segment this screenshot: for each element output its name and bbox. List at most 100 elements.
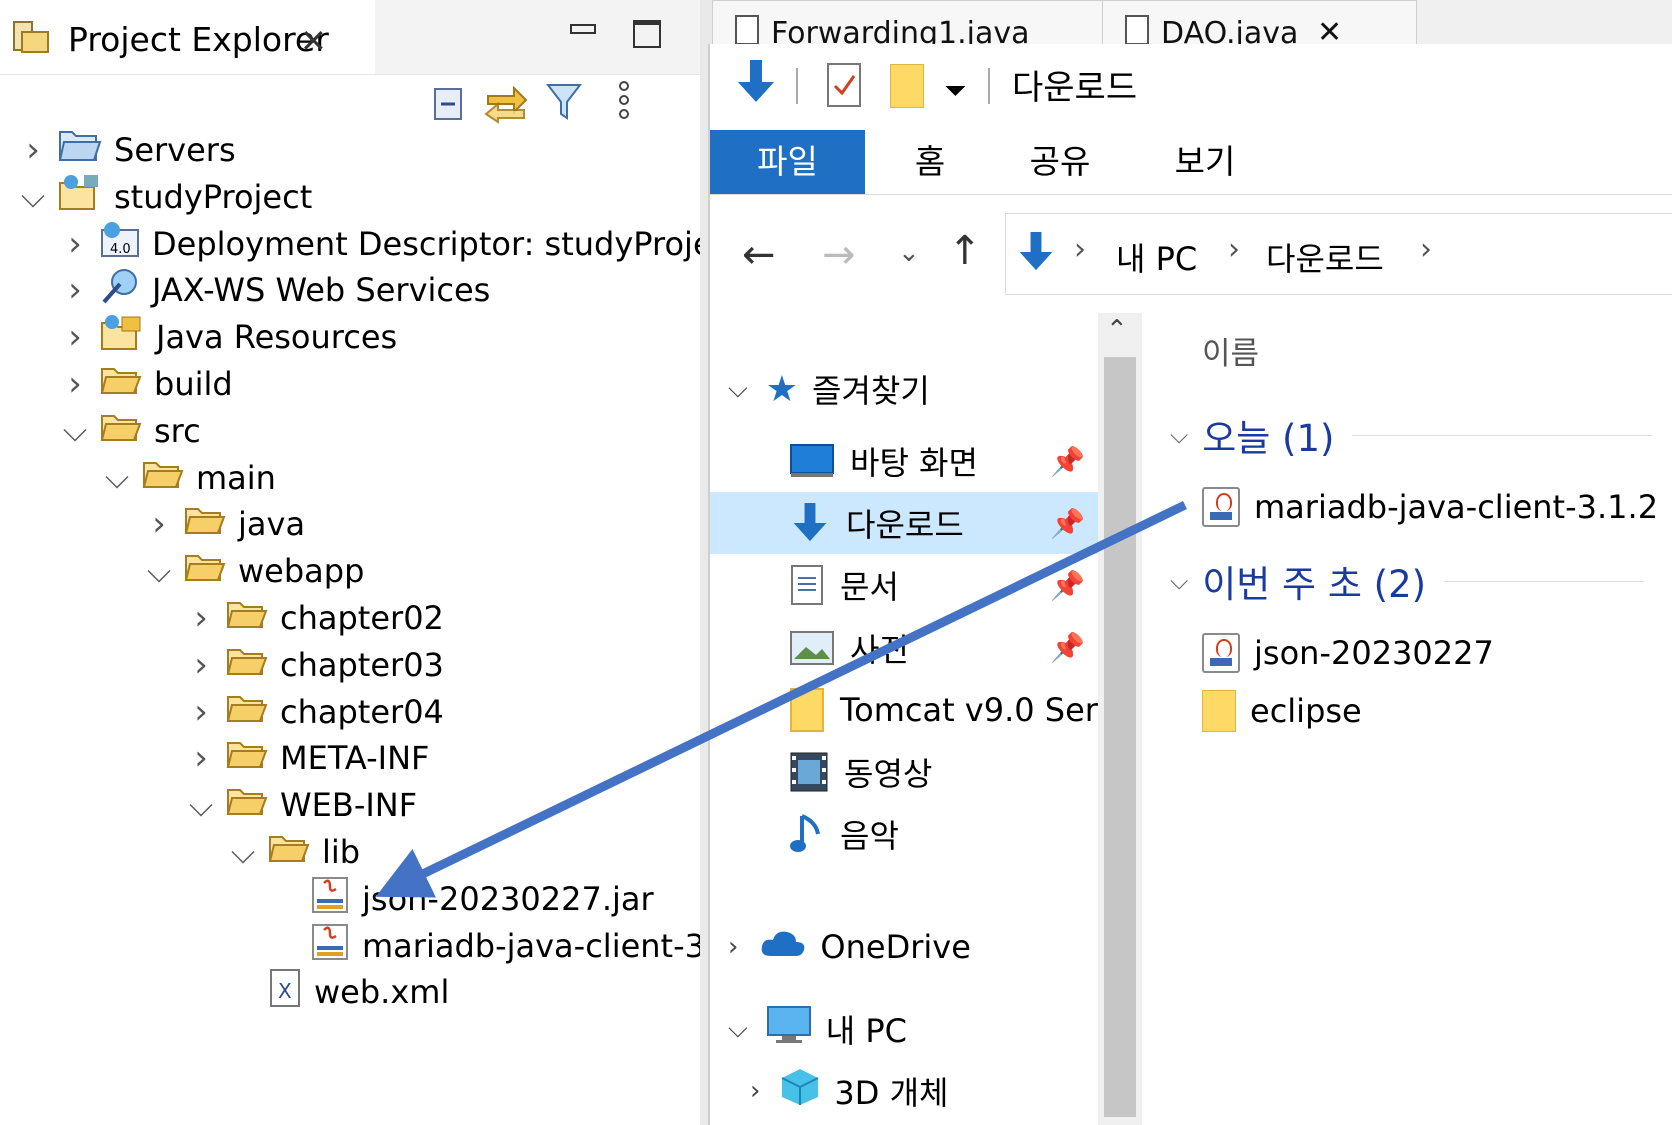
tab-view[interactable]: 보기 (1150, 130, 1260, 194)
chevron-right-icon[interactable]: › (728, 932, 738, 962)
navigation-scrollbar[interactable]: ⌃ (1098, 313, 1142, 1125)
tree-item-label: studyProject (114, 177, 313, 216)
breadcrumb-this-pc[interactable]: 내 PC (1116, 234, 1197, 280)
tree-item[interactable]: ⌵ studyProject (20, 174, 312, 220)
chevron-down-icon[interactable]: ⌵ (728, 374, 748, 405)
nav-item[interactable]: 문서 📌 (710, 554, 1100, 616)
tree-item[interactable]: ⌵ src (62, 408, 201, 454)
chevron-right-icon[interactable]: › (20, 130, 46, 170)
nav-this-pc[interactable]: ⌵ 내 PC (728, 998, 907, 1060)
pin-icon[interactable]: 📌 (1050, 445, 1085, 478)
window-title: 다운로드 (1012, 68, 1138, 108)
link-with-editor-icon[interactable] (484, 80, 528, 128)
file-item[interactable]: mariadb-java-client-3.1.2 (1202, 482, 1658, 532)
minimize-icon[interactable] (570, 24, 596, 34)
chevron-right-icon[interactable]: › (146, 504, 172, 544)
tree-item[interactable]: › chapter04 (188, 689, 444, 735)
chevron-right-icon[interactable]: › (188, 692, 214, 732)
new-folder-icon[interactable] (890, 64, 924, 108)
scroll-thumb[interactable] (1104, 357, 1136, 1117)
address-bar[interactable]: › 내 PC › 다운로드 › (1005, 213, 1672, 295)
chevron-down-icon[interactable]: ⌵ (1170, 567, 1188, 595)
chevron-right-icon[interactable]: › (750, 1076, 760, 1106)
tree-item[interactable]: › chapter03 (188, 642, 444, 688)
editor-tab-label: DAO.java (1161, 16, 1299, 45)
tab-share[interactable]: 공유 (1005, 130, 1115, 194)
chevron-right-icon[interactable]: › (62, 224, 88, 264)
chevron-down-icon[interactable]: ⌵ (728, 1014, 748, 1045)
chevron-right-icon[interactable]: › (62, 364, 88, 404)
nav-item[interactable]: 음악 (710, 803, 1100, 865)
chevron-right-icon[interactable]: › (188, 738, 214, 778)
up-arrow-icon[interactable]: ↑ (948, 228, 982, 274)
tree-item-label: java (238, 505, 306, 544)
tree-item[interactable]: ⌵ main (104, 455, 276, 501)
maximize-icon[interactable] (633, 20, 661, 48)
file-item[interactable]: eclipse (1202, 686, 1362, 736)
forward-arrow-icon[interactable]: → (822, 232, 856, 278)
close-icon[interactable]: ✕ (1317, 3, 1342, 45)
chevron-down-icon[interactable]: ⌵ (104, 458, 130, 496)
nav-label: 3D 개체 (834, 1074, 949, 1112)
tree-item[interactable]: › Java Resources (62, 314, 397, 360)
group-early-this-week[interactable]: ⌵ 이번 주 초 (2) (1170, 554, 1645, 608)
group-today[interactable]: ⌵ 오늘 (1) (1170, 408, 1653, 462)
breadcrumb-downloads[interactable]: 다운로드 (1266, 234, 1384, 280)
tree-item[interactable]: › META-INF (188, 735, 429, 781)
nav-item[interactable]: 사진 📌 (710, 617, 1100, 679)
chevron-down-icon[interactable]: ⌵ (188, 786, 214, 824)
recent-locations-icon[interactable]: ⌄ (898, 238, 920, 268)
chevron-down-icon[interactable]: ⌵ (1170, 421, 1188, 449)
chevron-down-icon[interactable]: ⌵ (146, 552, 172, 590)
file-item[interactable]: json-20230227 (1202, 628, 1494, 678)
nav-item[interactable]: Tomcat v9.0 Ser (710, 679, 1100, 741)
nav-item[interactable]: 다운로드 📌 (710, 492, 1100, 555)
nav-item[interactable]: 바탕 화면 📌 (710, 430, 1100, 492)
nav-onedrive[interactable]: › OneDrive (728, 916, 971, 978)
tree-item[interactable]: json-20230227.jar (272, 876, 654, 922)
tree-item[interactable]: ⌵ lib (230, 829, 360, 875)
pin-icon[interactable]: 📌 (1050, 569, 1085, 602)
nav-label: 음악 (840, 817, 899, 856)
tree-item[interactable]: ⌵ webapp (146, 548, 365, 594)
scroll-up-arrow-icon[interactable]: ⌃ (1106, 315, 1128, 345)
tree-item[interactable]: › chapter02 (188, 595, 444, 641)
tree-item[interactable]: mariadb-java-client-3 (272, 923, 700, 969)
collapse-all-icon[interactable] (430, 86, 466, 126)
close-icon[interactable]: ✕ (300, 22, 327, 60)
tree-item[interactable]: Xweb.xml (230, 969, 449, 1015)
column-header-name[interactable]: 이름 (1202, 328, 1259, 373)
chevron-down-icon[interactable]: ⌵ (230, 833, 256, 871)
chevron-right-icon[interactable]: › (62, 317, 88, 357)
back-arrow-icon[interactable]: ← (742, 232, 776, 278)
editor-tab-dao[interactable]: DAO.java ✕ (1102, 0, 1417, 45)
tree-item[interactable]: ⌵ WEB-INF (188, 782, 417, 828)
nav-3d-objects[interactable]: › 3D 개체 (750, 1060, 948, 1122)
tree-item-label: JAX-WS Web Services (152, 271, 491, 310)
tab-home[interactable]: 홈 (880, 130, 980, 194)
folder-icon (790, 687, 824, 732)
chevron-right-icon[interactable]: › (62, 270, 88, 310)
tree-item[interactable]: › Servers (20, 127, 235, 173)
filter-icon[interactable] (545, 82, 583, 126)
tree-item[interactable]: › 4.0 Deployment Descriptor: studyProject (62, 221, 700, 267)
tree-item[interactable]: › build (62, 361, 233, 407)
chevron-right-icon[interactable]: › (188, 645, 214, 685)
nav-item[interactable]: 동영상 (710, 741, 1100, 803)
properties-icon[interactable] (826, 62, 862, 112)
view-menu-icon[interactable] (617, 80, 631, 124)
download-arrow-icon[interactable] (734, 58, 778, 110)
pin-icon[interactable]: 📌 (1050, 507, 1085, 540)
pin-icon[interactable]: 📌 (1050, 631, 1085, 664)
cube-icon (780, 1067, 820, 1115)
chevron-down-icon[interactable]: ⌵ (20, 177, 46, 215)
chevron-down-icon[interactable]: ⌵ (62, 411, 88, 449)
tree-item[interactable]: › JAX-WS Web Services (62, 267, 490, 313)
customize-toolbar-icon[interactable]: ⏷ (944, 74, 966, 108)
editor-tab-forwarding1[interactable]: Forwarding1.java (712, 0, 1127, 45)
project-explorer-tab[interactable]: Project Explorer ✕ (0, 0, 377, 74)
nav-quick-access[interactable]: ⌵ ★ 즐겨찾기 (728, 358, 930, 420)
chevron-right-icon[interactable]: › (188, 598, 214, 638)
tree-item[interactable]: › java (146, 501, 305, 547)
tab-file[interactable]: 파일 (710, 130, 865, 194)
